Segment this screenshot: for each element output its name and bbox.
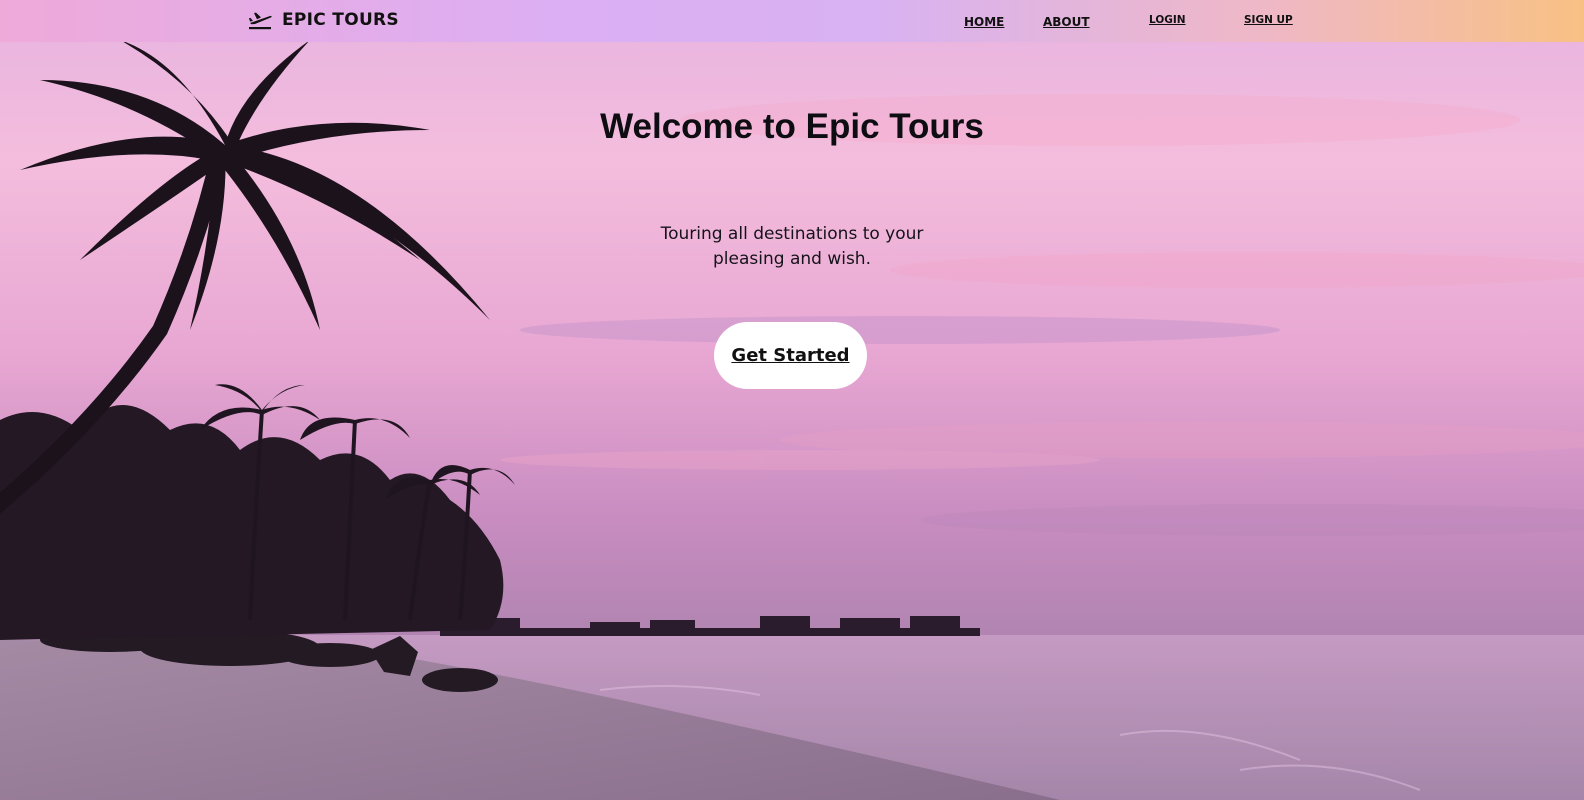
top-navigation-bar: EPIC TOURS HOME ABOUT LOGIN SIGN UP — [0, 0, 1584, 42]
nav-home-link[interactable]: HOME — [964, 15, 1004, 29]
nav-about-link[interactable]: ABOUT — [1043, 15, 1090, 29]
brand-logo[interactable]: EPIC TOURS — [248, 7, 399, 33]
nav-login-link[interactable]: LOGIN — [1149, 14, 1186, 26]
hero-subtitle: Touring all destinations to your pleasin… — [660, 224, 924, 269]
get-started-button[interactable]: Get Started — [714, 322, 867, 389]
airplane-departure-icon — [249, 12, 272, 30]
brand-name: EPIC TOURS — [282, 10, 399, 30]
nav-signup-link[interactable]: SIGN UP — [1244, 14, 1293, 26]
hero-title: Welcome to Epic Tours — [600, 107, 984, 146]
